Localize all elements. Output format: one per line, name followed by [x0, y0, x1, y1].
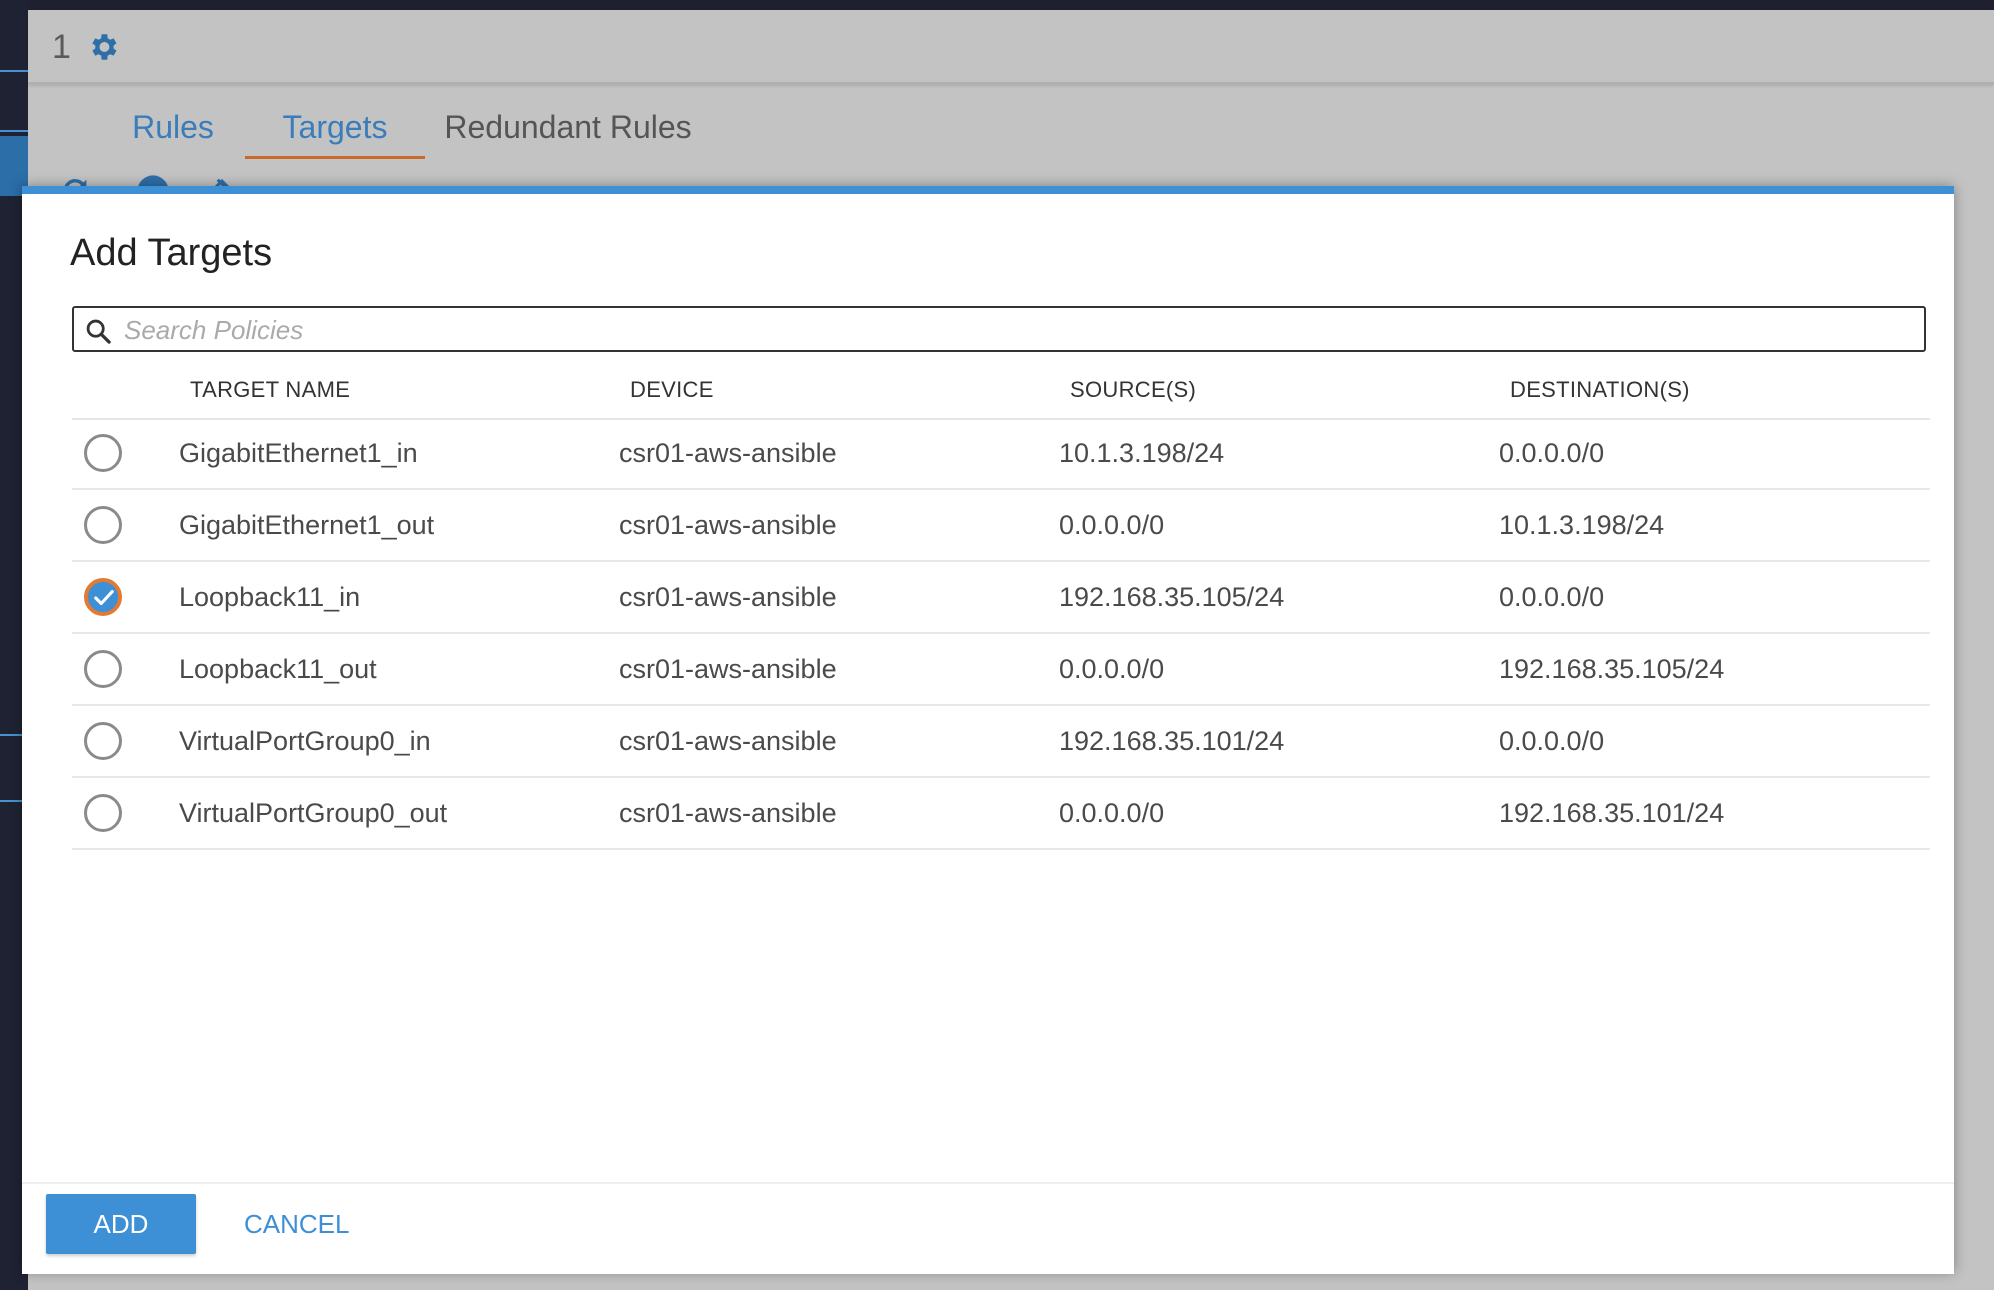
- targets-table-body: GigabitEthernet1_in csr01-aws-ansible 10.1…: [72, 418, 1930, 850]
- background-header: 1: [28, 10, 1994, 84]
- destination-cell: 192.168.35.101/24: [1499, 798, 1725, 828]
- destination-cell: 0.0.0.0/0: [1499, 438, 1605, 468]
- search-box[interactable]: [72, 306, 1926, 352]
- source-cell: 0.0.0.0/0: [1059, 510, 1165, 540]
- source-cell: 0.0.0.0/0: [1059, 798, 1165, 828]
- table-row[interactable]: Loopback11_in csr01-aws-ansible 192.168.35…: [72, 562, 1930, 634]
- target-name-cell: GigabitEthernet1_in: [179, 438, 418, 468]
- device-cell: csr01-aws-ansible: [619, 726, 837, 756]
- add-targets-dialog: Add Targets TARGET NAME DEVICE SOURCE(S)…: [22, 186, 1954, 1274]
- device-cell: csr01-aws-ansible: [619, 798, 837, 828]
- table-row[interactable]: GigabitEthernet1_out csr01-aws-ansible 0.0…: [72, 490, 1930, 562]
- nav-divider: [0, 130, 28, 132]
- radio-unselected[interactable]: [84, 506, 122, 544]
- item-count: 1: [52, 28, 71, 66]
- target-name-cell: Loopback11_in: [179, 582, 361, 612]
- cancel-button[interactable]: CANCEL: [244, 1194, 349, 1254]
- search-icon: [86, 319, 111, 344]
- target-name-cell: Loopback11_out: [179, 654, 377, 684]
- table-header: TARGET NAME DEVICE SOURCE(S) DESTINATION…: [72, 370, 1930, 420]
- source-cell: 0.0.0.0/0: [1059, 654, 1165, 684]
- table-row[interactable]: Loopback11_out csr01-aws-ansible 0.0.0.0/0…: [72, 634, 1930, 706]
- device-cell: csr01-aws-ansible: [619, 582, 837, 612]
- radio-unselected[interactable]: [84, 650, 122, 688]
- column-header-sources[interactable]: SOURCE(S): [1070, 370, 1196, 410]
- target-name-cell: GigabitEthernet1_out: [179, 510, 435, 540]
- tab-redundant-rules[interactable]: Redundant Rules: [443, 98, 693, 156]
- search-input[interactable]: [122, 312, 1906, 348]
- top-strip: [0, 0, 1994, 10]
- column-header-destinations[interactable]: DESTINATION(S): [1510, 370, 1690, 410]
- dialog-title: Add Targets: [70, 232, 273, 274]
- column-header-target-name[interactable]: TARGET NAME: [190, 370, 350, 410]
- table-row[interactable]: GigabitEthernet1_in csr01-aws-ansible 10.1…: [72, 418, 1930, 490]
- destination-cell: 192.168.35.105/24: [1499, 654, 1725, 684]
- gear-icon[interactable]: [86, 30, 120, 64]
- tab-rules[interactable]: Rules: [98, 98, 248, 156]
- source-cell: 10.1.3.198/24: [1059, 438, 1225, 468]
- device-cell: csr01-aws-ansible: [619, 654, 837, 684]
- device-cell: csr01-aws-ansible: [619, 438, 837, 468]
- source-cell: 192.168.35.101/24: [1059, 726, 1285, 756]
- target-name-cell: VirtualPortGroup0_out: [179, 798, 448, 828]
- nav-divider: [0, 70, 28, 72]
- device-cell: csr01-aws-ansible: [619, 510, 837, 540]
- destination-cell: 0.0.0.0/0: [1499, 582, 1605, 612]
- destination-cell: 10.1.3.198/24: [1499, 510, 1665, 540]
- column-header-device[interactable]: DEVICE: [630, 370, 714, 410]
- target-name-cell: VirtualPortGroup0_in: [179, 726, 431, 756]
- tab-targets[interactable]: Targets: [245, 98, 425, 159]
- table-row[interactable]: VirtualPortGroup0_in csr01-aws-ansible 192…: [72, 706, 1930, 778]
- source-cell: 192.168.35.105/24: [1059, 582, 1285, 612]
- radio-selected[interactable]: [84, 578, 122, 616]
- radio-unselected[interactable]: [84, 722, 122, 760]
- add-button[interactable]: ADD: [46, 1194, 196, 1254]
- radio-unselected[interactable]: [84, 794, 122, 832]
- radio-unselected[interactable]: [84, 434, 122, 472]
- dialog-footer: ADD CANCEL: [22, 1182, 1954, 1274]
- check-icon: [94, 590, 114, 606]
- table-row[interactable]: VirtualPortGroup0_out csr01-aws-ansible 0.…: [72, 778, 1930, 850]
- destination-cell: 0.0.0.0/0: [1499, 726, 1605, 756]
